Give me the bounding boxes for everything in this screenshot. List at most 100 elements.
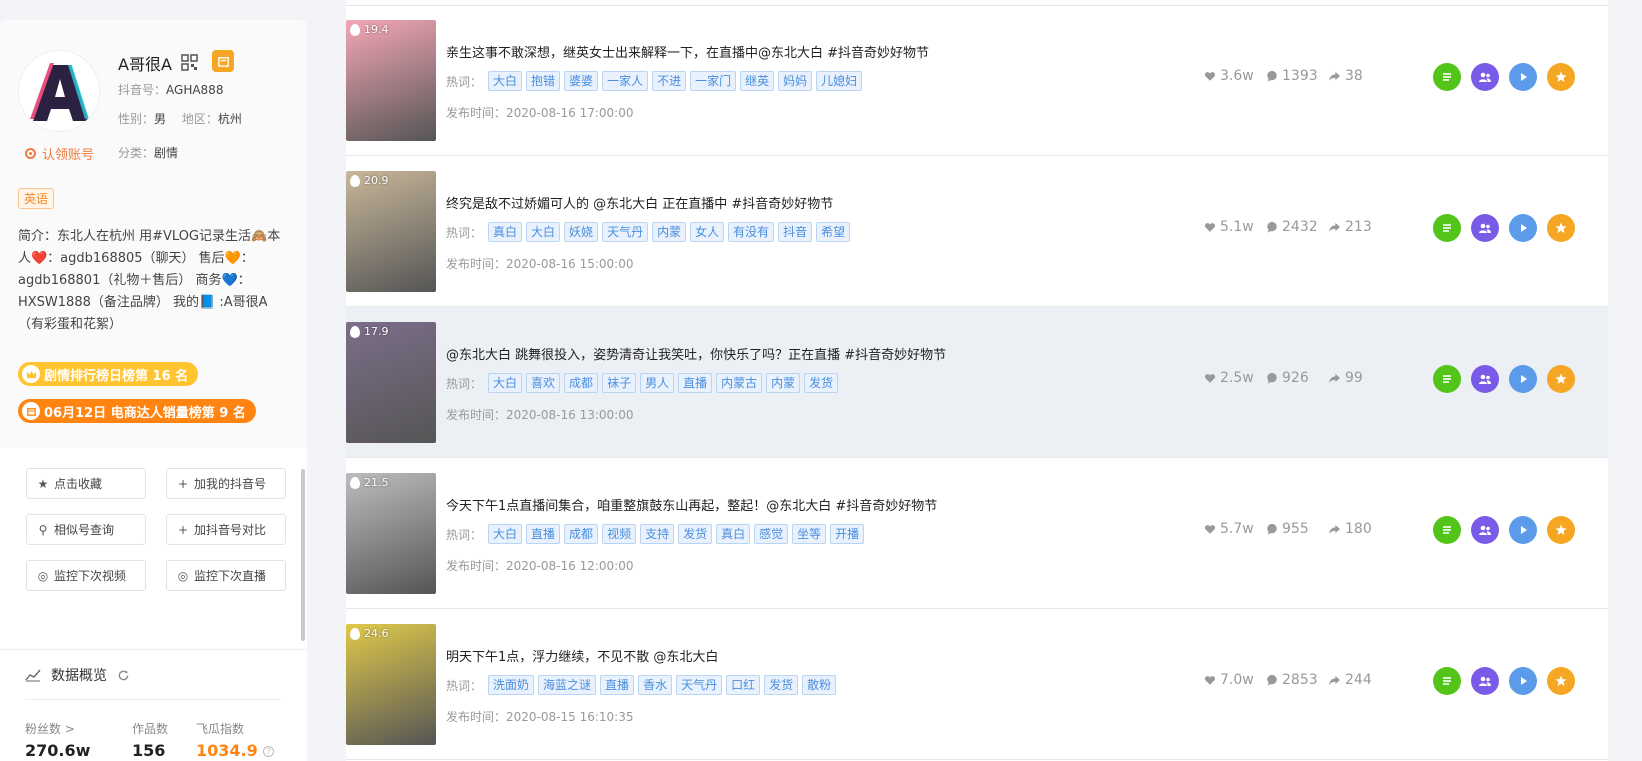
shares-metric: 213	[1328, 219, 1372, 235]
keyword-tag[interactable]: 洗面奶	[488, 675, 535, 695]
scrollbar[interactable]	[301, 469, 305, 641]
audience-button[interactable]	[1471, 667, 1499, 695]
audience-button[interactable]	[1471, 365, 1499, 393]
keyword-tag[interactable]: 男人	[640, 373, 675, 393]
detail-button[interactable]	[1433, 63, 1461, 91]
video-row[interactable]: 21.5 今天下午1点直播间集合，咱重整旗鼓东山再起，整起！@东北大白 #抖音奇…	[346, 458, 1608, 609]
keyword-tag[interactable]: 抱错	[526, 71, 561, 91]
favorite-video-button[interactable]	[1547, 516, 1575, 544]
play-button[interactable]	[1509, 63, 1537, 91]
video-thumbnail[interactable]: 21.5	[346, 473, 436, 594]
keyword-tag[interactable]: 大白	[488, 71, 523, 91]
keyword-tag[interactable]: 直播	[526, 524, 561, 544]
video-title[interactable]: 今天下午1点直播间集合，咱重整旗鼓东山再起，整起！@东北大白 #抖音奇妙好物节	[446, 495, 937, 514]
keyword-list: 热词： 洗面奶 海蓝之谜 直播 香水 天气丹 口红 发货 散粉	[446, 675, 837, 695]
keyword-tag[interactable]: 一家门	[690, 71, 737, 91]
favorite-video-button[interactable]	[1547, 63, 1575, 91]
add-my-account-button[interactable]: + 加我的抖音号	[166, 468, 286, 499]
keyword-tag[interactable]: 发货	[804, 373, 839, 393]
video-thumbnail[interactable]: 20.9	[346, 171, 436, 292]
keyword-tag[interactable]: 直播	[678, 373, 713, 393]
video-title[interactable]: 明天下午1点，浮力继续，不见不散 @东北大白	[446, 646, 718, 665]
keyword-tag[interactable]: 天气丹	[602, 222, 649, 242]
keyword-tag[interactable]: 不进	[652, 71, 687, 91]
keyword-tag[interactable]: 内蒙古	[716, 373, 763, 393]
keyword-tag[interactable]: 妈妈	[778, 71, 813, 91]
video-thumbnail[interactable]: 19.4	[346, 20, 436, 141]
keyword-tag[interactable]: 口红	[726, 675, 761, 695]
keyword-tag[interactable]: 妖娆	[564, 222, 599, 242]
similar-search-button[interactable]: ⚲ 相似号查询	[26, 514, 146, 545]
monitor-video-button[interactable]: ◎ 监控下次视频	[26, 560, 146, 591]
qrcode-icon[interactable]	[181, 54, 198, 71]
keyword-tag[interactable]: 儿媳妇	[816, 71, 863, 91]
keyword-tag[interactable]: 婆婆	[564, 71, 599, 91]
keyword-tag[interactable]: 海蓝之谜	[538, 675, 597, 695]
rank-badge-sales[interactable]: 06月12日 电商达人销量榜第 9 名	[18, 399, 256, 423]
play-button[interactable]	[1509, 365, 1537, 393]
audience-button[interactable]	[1471, 63, 1499, 91]
video-row[interactable]: 24.6 明天下午1点，浮力继续，不见不散 @东北大白 热词： 洗面奶 海蓝之谜 直播…	[346, 609, 1608, 760]
keyword-tag[interactable]: 袜子	[602, 373, 637, 393]
refresh-icon[interactable]	[117, 669, 130, 682]
video-title[interactable]: 终究是敌不过娇媚可人的 @东北大白 正在直播中 #抖音奇妙好物节	[446, 193, 833, 212]
keyword-tag[interactable]: 成都	[564, 524, 599, 544]
fans-stat[interactable]: 粉丝数 > 270.6w	[25, 720, 90, 760]
keyword-tag[interactable]: 内蒙	[766, 373, 801, 393]
play-button[interactable]	[1509, 516, 1537, 544]
keyword-tag[interactable]: 希望	[816, 222, 851, 242]
play-button[interactable]	[1509, 667, 1537, 695]
keyword-tag[interactable]: 真白	[716, 524, 751, 544]
keyword-tag[interactable]: 支持	[640, 524, 675, 544]
help-icon[interactable]: ?	[263, 746, 275, 757]
video-row[interactable]: 19.4 亲生这事不敢深想，继英女士出来解释一下，在直播中@东北大白 #抖音奇妙…	[346, 5, 1608, 156]
rank-badge-daily[interactable]: 剧情排行榜日榜第 16 名	[18, 362, 199, 386]
detail-button[interactable]	[1433, 516, 1461, 544]
keyword-tag[interactable]: 香水	[638, 675, 673, 695]
keyword-tag[interactable]: 感觉	[754, 524, 789, 544]
video-row[interactable]: 17.9 @东北大白 跳舞很投入，姿势清奇让我笑吐，你快乐了吗？正在直播 #抖音…	[346, 307, 1608, 458]
add-compare-button[interactable]: + 加抖音号对比	[166, 514, 286, 545]
keyword-tag[interactable]: 喜欢	[526, 373, 561, 393]
keyword-tag[interactable]: 发货	[764, 675, 799, 695]
audience-button[interactable]	[1471, 214, 1499, 242]
claim-account-link[interactable]: 认领账号	[25, 144, 94, 163]
keyword-tag[interactable]: 发货	[678, 524, 713, 544]
keyword-tag[interactable]: 内蒙	[652, 222, 687, 242]
favorite-video-button[interactable]	[1547, 365, 1575, 393]
detail-button[interactable]	[1433, 214, 1461, 242]
keyword-tag[interactable]: 散粉	[802, 675, 837, 695]
favorite-video-button[interactable]	[1547, 214, 1575, 242]
video-row[interactable]: 20.9 终究是敌不过娇媚可人的 @东北大白 正在直播中 #抖音奇妙好物节 热词…	[346, 156, 1608, 307]
keyword-tag[interactable]: 大白	[488, 524, 523, 544]
play-button[interactable]	[1509, 214, 1537, 242]
shop-icon[interactable]	[212, 50, 234, 72]
avatar[interactable]	[18, 50, 100, 132]
keyword-tag[interactable]: 直播	[600, 675, 635, 695]
keyword-tag[interactable]: 视频	[602, 524, 637, 544]
favorite-video-button[interactable]	[1547, 667, 1575, 695]
keyword-tag[interactable]: 女人	[690, 222, 725, 242]
keyword-tag[interactable]: 开播	[830, 524, 865, 544]
video-title[interactable]: @东北大白 跳舞很投入，姿势清奇让我笑吐，你快乐了吗？正在直播 #抖音奇妙好物节	[446, 344, 946, 363]
video-thumbnail[interactable]: 24.6	[346, 624, 436, 745]
video-title[interactable]: 亲生这事不敢深想，继英女士出来解释一下，在直播中@东北大白 #抖音奇妙好物节	[446, 42, 929, 61]
keyword-tag[interactable]: 继英	[740, 71, 775, 91]
keyword-tag[interactable]: 抖音	[778, 222, 813, 242]
profile-panel: A哥很A 抖音号：AGHA888 性别：男 地区：杭州 认领账号 分类：剧情 英…	[0, 20, 307, 761]
detail-button[interactable]	[1433, 667, 1461, 695]
keyword-tag[interactable]: 大白	[488, 373, 523, 393]
detail-button[interactable]	[1433, 365, 1461, 393]
keyword-tag[interactable]: 成都	[564, 373, 599, 393]
keyword-tag[interactable]: 真白	[488, 222, 523, 242]
keyword-tag[interactable]: 有没有	[728, 222, 775, 242]
favorite-button[interactable]: ★ 点击收藏	[26, 468, 146, 499]
keyword-tag[interactable]: 一家人	[602, 71, 649, 91]
keyword-tag[interactable]: 天气丹	[676, 675, 723, 695]
comment-icon	[1267, 674, 1277, 686]
video-thumbnail[interactable]: 17.9	[346, 322, 436, 443]
keyword-tag[interactable]: 大白	[526, 222, 561, 242]
audience-button[interactable]	[1471, 516, 1499, 544]
monitor-live-button[interactable]: ◎ 监控下次直播	[166, 560, 286, 591]
keyword-tag[interactable]: 坐等	[792, 524, 827, 544]
